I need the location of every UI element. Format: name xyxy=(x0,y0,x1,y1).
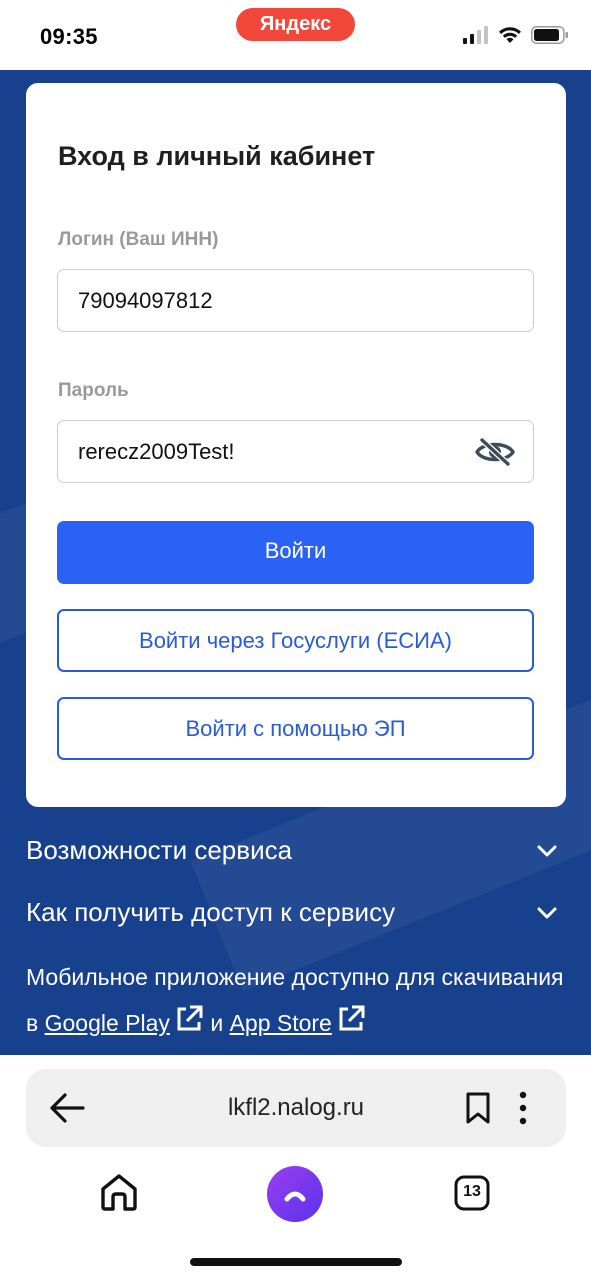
mobile-app-promo: Мобильное приложение доступно для скачив… xyxy=(26,954,566,1046)
ep-login-button[interactable]: Войти с помощью ЭП xyxy=(57,697,534,760)
status-time: 09:35 xyxy=(40,24,98,49)
more-options-icon[interactable] xyxy=(518,1091,528,1125)
google-play-link[interactable]: Google Play xyxy=(44,1005,204,1036)
status-bar: 09:35 Яндекс xyxy=(0,0,591,70)
chevron-down-icon xyxy=(537,845,557,856)
app-store-link[interactable]: App Store xyxy=(229,1005,366,1036)
accordion-access[interactable]: Как получить доступ к сервису xyxy=(26,897,566,928)
address-bar[interactable]: lkfl2.nalog.ru xyxy=(26,1069,566,1147)
password-field[interactable] xyxy=(57,420,534,483)
status-icons xyxy=(463,26,569,44)
login-input[interactable] xyxy=(78,270,458,331)
page-background: Вход в личный кабинет Логин (Ваш ИНН) Па… xyxy=(0,70,591,1055)
tabs-button[interactable]: 13 xyxy=(454,1175,490,1216)
yandex-badge[interactable]: Яндекс xyxy=(236,8,355,41)
toggle-password-visibility-button[interactable] xyxy=(475,435,515,469)
alice-icon xyxy=(267,1166,323,1222)
accordion-label: Возможности сервиса xyxy=(26,835,293,865)
browser-toolbar: lkfl2.nalog.ru 13 xyxy=(0,1055,591,1280)
page-title: Вход в личный кабинет xyxy=(58,141,376,171)
login-label: Логин (Ваш ИНН) xyxy=(58,229,219,250)
home-indicator xyxy=(190,1258,402,1266)
tabs-count: 13 xyxy=(463,1183,481,1200)
login-submit-button[interactable]: Войти xyxy=(57,521,534,584)
chevron-down-icon xyxy=(537,907,557,918)
app-store-label: App Store xyxy=(229,1010,332,1036)
bookmark-icon[interactable] xyxy=(464,1091,492,1125)
login-card: Вход в личный кабинет Логин (Ваш ИНН) Па… xyxy=(26,83,566,807)
home-icon[interactable] xyxy=(98,1171,140,1213)
wifi-icon xyxy=(499,27,521,43)
password-input[interactable] xyxy=(78,421,458,482)
external-link-icon xyxy=(177,1005,203,1031)
password-label: Пароль xyxy=(58,380,129,401)
accordion-label: Как получить доступ к сервису xyxy=(26,897,396,927)
battery-icon xyxy=(531,26,568,44)
google-play-label: Google Play xyxy=(44,1010,170,1036)
gosuslugi-login-button[interactable]: Войти через Госуслуги (ЕСИА) xyxy=(57,609,534,672)
accordion-features[interactable]: Возможности сервиса xyxy=(26,835,566,866)
cellular-signal-icon xyxy=(463,26,488,44)
promo-conjunction: и xyxy=(210,1010,224,1036)
external-link-icon xyxy=(339,1005,365,1031)
alice-assistant-button[interactable] xyxy=(266,1165,324,1228)
eye-off-icon xyxy=(475,437,515,467)
login-field[interactable] xyxy=(57,269,534,332)
